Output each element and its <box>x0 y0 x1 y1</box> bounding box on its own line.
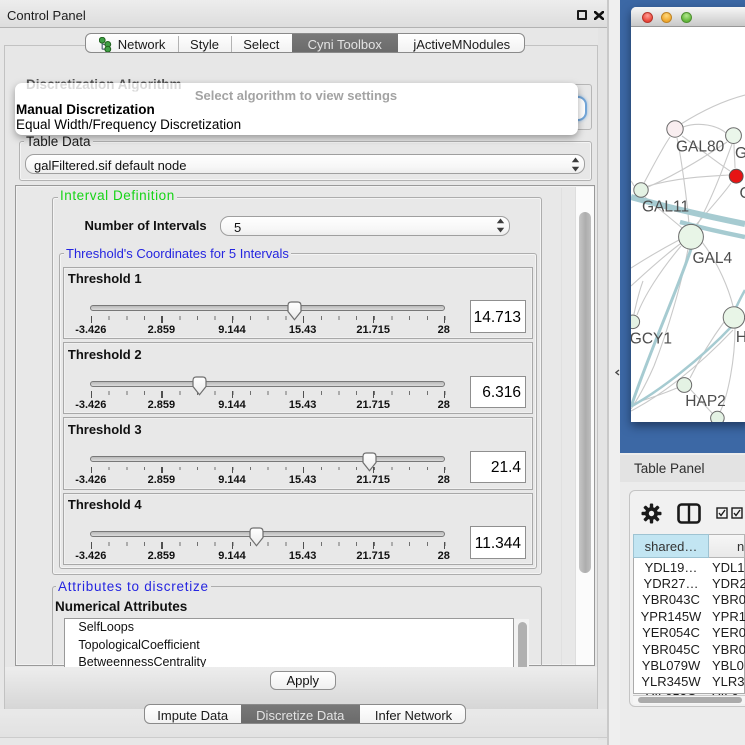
svg-text:G.: G. <box>735 145 745 162</box>
svg-text:GAL4: GAL4 <box>693 250 733 267</box>
svg-text:GCY1: GCY1 <box>631 331 672 348</box>
svg-text:HAP2: HAP2 <box>685 393 726 410</box>
svg-text:H: H <box>736 329 745 346</box>
svg-text:GAL11: GAL11 <box>642 199 689 216</box>
svg-text:GAL80: GAL80 <box>676 139 725 156</box>
svg-text:C: C <box>740 185 745 202</box>
